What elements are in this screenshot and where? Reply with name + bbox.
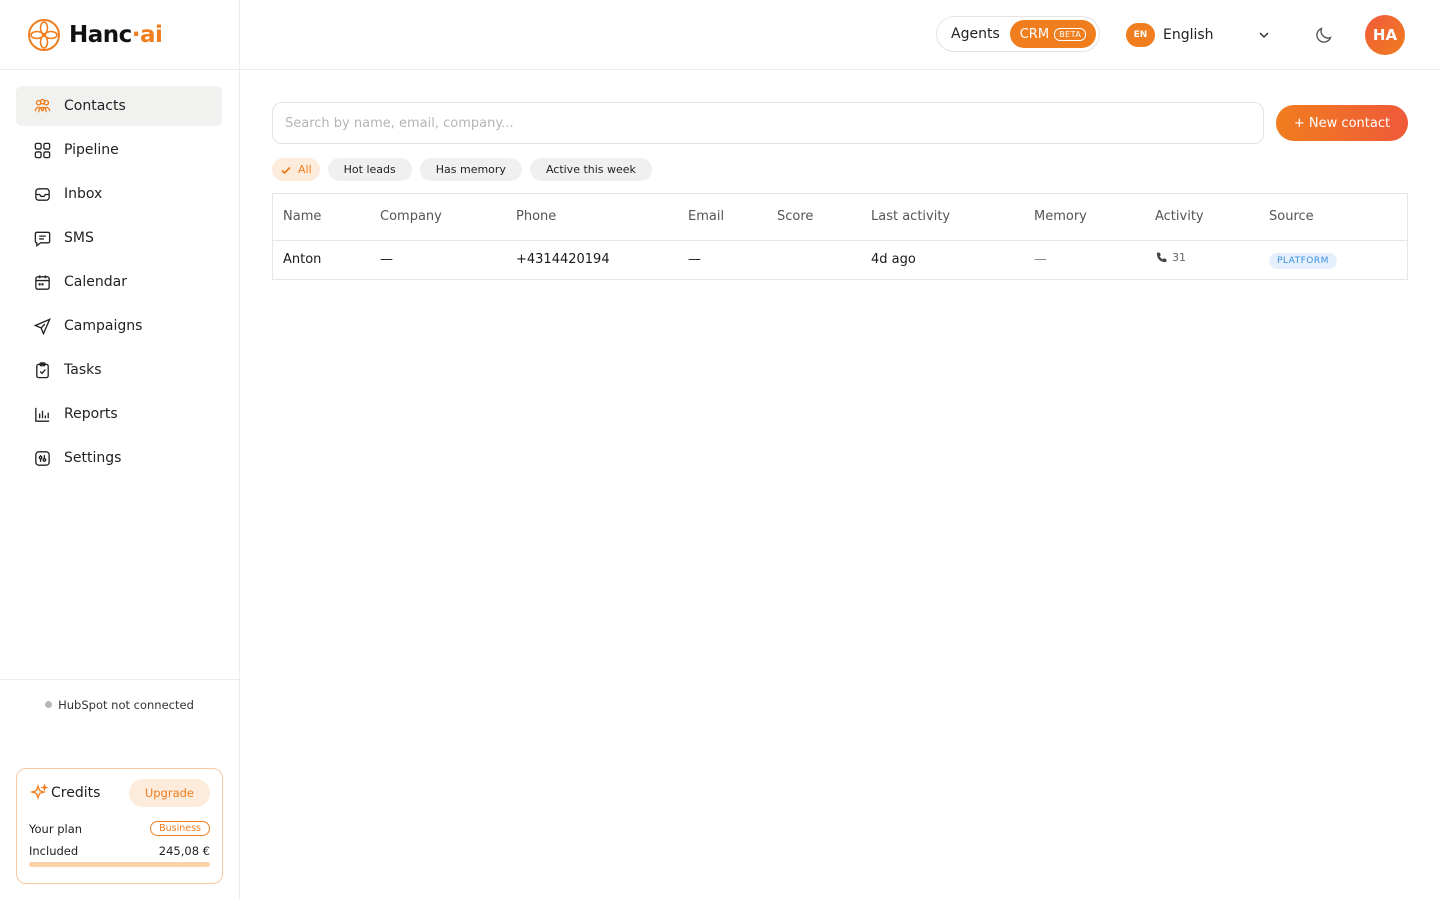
sparkle-icon: [29, 783, 49, 801]
sidebar-item-sms[interactable]: SMS: [16, 218, 222, 258]
filter-chips: All Hot leads Has memory Active this wee…: [272, 158, 652, 181]
upgrade-button[interactable]: Upgrade: [128, 779, 210, 807]
hubspot-status-text: HubSpot not connected: [58, 698, 194, 712]
table-row[interactable]: Anton — +4314420194 — 4d ago — 31 PLATFO…: [273, 240, 1407, 279]
credits-progress-bar: [29, 862, 210, 867]
plan-badge: Business: [150, 821, 210, 836]
sidebar-item-pipeline[interactable]: Pipeline: [16, 130, 222, 170]
avatar[interactable]: HA: [1365, 15, 1405, 55]
cell-memory: —: [1034, 252, 1047, 268]
search-input[interactable]: [272, 102, 1264, 144]
pipeline-icon: [32, 140, 52, 160]
sidebar-item-label: Calendar: [64, 274, 127, 290]
hubspot-status[interactable]: HubSpot not connected: [0, 679, 239, 712]
new-contact-button[interactable]: + New contact: [1276, 105, 1408, 141]
column-header-score[interactable]: Score: [767, 194, 861, 241]
reports-icon: [32, 404, 52, 424]
credits-header: Credits Upgrade: [29, 779, 210, 807]
credits-progress-fill: [29, 862, 210, 867]
column-header-name[interactable]: Name: [273, 194, 370, 241]
cell-source: PLATFORM: [1259, 240, 1407, 279]
beta-badge: BETA: [1054, 27, 1087, 41]
credits-title: Credits: [29, 783, 100, 803]
sidebar-item-tasks[interactable]: Tasks: [16, 350, 222, 390]
contacts-icon: [32, 96, 52, 116]
activity-count-value: 31: [1172, 251, 1186, 265]
sidebar-item-label: Inbox: [64, 186, 103, 202]
settings-icon: [32, 448, 52, 468]
plan-label: Your plan: [29, 821, 83, 836]
included-label: Included: [29, 844, 79, 858]
filter-chip-active-this-week[interactable]: Active this week: [529, 158, 652, 181]
plan-row: Your plan Business: [29, 821, 210, 836]
column-header-memory[interactable]: Memory: [1024, 194, 1145, 241]
top-bar: Agents CRM BETA EN English HA: [240, 0, 1440, 70]
language-name: English: [1163, 27, 1214, 43]
moon-icon[interactable]: [1313, 24, 1335, 46]
activity-count: 31: [1155, 251, 1186, 264]
table-header-row: Name Company Phone Email Score Last acti…: [273, 194, 1407, 241]
filter-chip-label: All: [298, 163, 312, 176]
sidebar-item-label: Contacts: [64, 98, 126, 114]
column-header-email[interactable]: Email: [678, 194, 767, 241]
sidebar-item-label: SMS: [64, 230, 94, 246]
sidebar-nav: Contacts Pipeline Inbox SMS Calendar Cam…: [0, 70, 239, 478]
chevron-down-icon[interactable]: [1257, 28, 1271, 42]
status-dot-icon: [45, 701, 53, 708]
included-value: 245,08 €: [158, 844, 210, 858]
sidebar-item-settings[interactable]: Settings: [16, 438, 222, 478]
language-selector[interactable]: EN English: [1126, 22, 1214, 48]
included-row: Included 245,08 €: [29, 844, 210, 858]
column-header-phone[interactable]: Phone: [506, 194, 678, 241]
column-header-last-activity[interactable]: Last activity: [861, 194, 1024, 241]
sidebar-item-contacts[interactable]: Contacts: [16, 86, 222, 126]
sidebar: Hanc·ai Contacts Pipeline Inbox SMS Cale…: [0, 0, 240, 900]
sidebar-item-label: Tasks: [64, 362, 102, 378]
mode-crm-tab[interactable]: CRM BETA: [1009, 20, 1097, 48]
cell-phone: +4314420194: [516, 252, 610, 268]
sidebar-item-label: Campaigns: [64, 318, 143, 334]
cell-email: —: [688, 252, 701, 268]
mode-switch: Agents CRM BETA: [936, 16, 1101, 52]
language-code-badge: EN: [1126, 23, 1155, 47]
calendar-icon: [32, 272, 52, 292]
sidebar-item-reports[interactable]: Reports: [16, 394, 222, 434]
cell-activity: 31: [1145, 240, 1259, 279]
credits-title-text: Credits: [51, 785, 101, 801]
sidebar-item-label: Pipeline: [64, 142, 119, 158]
contacts-table: Name Company Phone Email Score Last acti…: [272, 193, 1408, 280]
mode-crm-label: CRM: [1019, 26, 1050, 42]
cell-company: —: [380, 252, 393, 268]
filter-chip-hot-leads[interactable]: Hot leads: [327, 158, 412, 181]
source-badge: PLATFORM: [1269, 253, 1337, 270]
column-header-source[interactable]: Source: [1259, 194, 1407, 241]
sidebar-item-inbox[interactable]: Inbox: [16, 174, 222, 214]
logo-area: Hanc·ai: [0, 0, 239, 70]
check-icon: [281, 166, 291, 174]
sms-icon: [32, 228, 52, 248]
filter-chip-has-memory[interactable]: Has memory: [419, 158, 522, 181]
cell-name: Anton: [283, 252, 322, 268]
sidebar-item-label: Settings: [64, 450, 122, 466]
phone-icon: [1156, 252, 1167, 263]
hanc-logo-icon: [28, 18, 60, 51]
sidebar-item-calendar[interactable]: Calendar: [16, 262, 222, 302]
sidebar-item-label: Reports: [64, 406, 118, 422]
cell-score: [767, 240, 861, 279]
credits-card: Credits Upgrade Your plan Business Inclu…: [16, 768, 223, 884]
cell-last-activity: 4d ago: [871, 252, 916, 268]
brand-name: Hanc·ai: [69, 21, 163, 48]
column-header-company[interactable]: Company: [370, 194, 506, 241]
column-header-activity[interactable]: Activity: [1145, 194, 1259, 241]
filter-chip-all[interactable]: All: [272, 158, 320, 181]
inbox-icon: [32, 184, 52, 204]
mode-agents-tab[interactable]: Agents: [951, 26, 1000, 42]
sidebar-item-campaigns[interactable]: Campaigns: [16, 306, 222, 346]
campaigns-icon: [32, 316, 52, 336]
tasks-icon: [32, 360, 52, 380]
